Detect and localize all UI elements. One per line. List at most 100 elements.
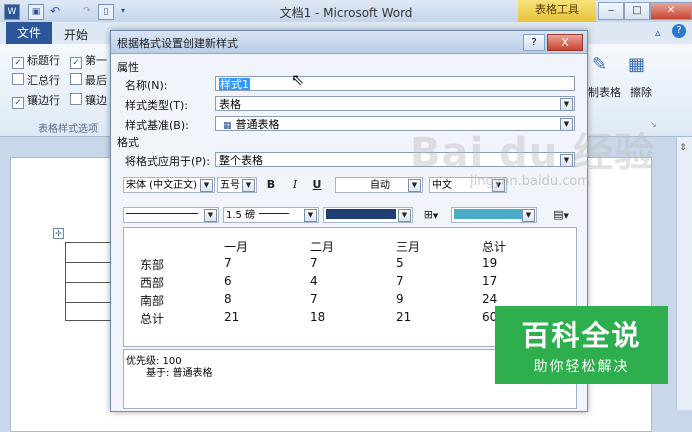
style-type-select[interactable]: 表格 ▼ bbox=[215, 96, 575, 111]
font-size-select[interactable]: 五号 ▼ bbox=[217, 177, 257, 193]
border-color-swatch bbox=[326, 209, 396, 219]
name-label: 名称(N): bbox=[125, 79, 168, 92]
tab-file[interactable]: 文件 bbox=[6, 22, 52, 44]
checkbox-first-column[interactable]: ✓ 第一 bbox=[70, 52, 107, 69]
ruler-toggle-icon[interactable]: ⇕ bbox=[676, 143, 690, 153]
maximize-button[interactable]: □ bbox=[624, 2, 650, 20]
preview-cell: 19 bbox=[482, 256, 498, 270]
border-color-select[interactable]: ▼ bbox=[323, 207, 413, 223]
preview-cell: 9 bbox=[396, 292, 404, 306]
preview-cell: 21 bbox=[396, 310, 412, 324]
checkbox-header-row[interactable]: ✓ 标题行 bbox=[12, 52, 60, 69]
based-on-label: 样式基准(B): bbox=[125, 119, 189, 132]
checkbox-total-row[interactable]: 汇总行 bbox=[12, 72, 60, 88]
font-size-value: 五号 bbox=[220, 180, 240, 191]
style-based-on-value: 普通表格 bbox=[235, 118, 280, 131]
style-name-value: 样式1 bbox=[219, 78, 250, 91]
chevron-down-icon: ▼ bbox=[408, 179, 421, 192]
font-value: 宋体 (中文正文) bbox=[126, 180, 197, 191]
dialog-help-button[interactable]: ? bbox=[523, 34, 545, 51]
brand-watermark: 百科全说 助你轻松解决 bbox=[495, 306, 668, 384]
alignment-button[interactable]: ▤▼ bbox=[547, 207, 575, 223]
mouse-cursor-icon: ⇖ bbox=[291, 70, 305, 89]
preview-row-label: 东部 bbox=[140, 258, 165, 272]
brand-title: 百科全说 bbox=[521, 319, 642, 352]
eraser-icon[interactable]: ▦ bbox=[628, 54, 645, 75]
tab-home[interactable]: 开始 bbox=[64, 26, 88, 43]
shading-color-select[interactable]: ▼ bbox=[451, 207, 537, 223]
preview-cell: 6 bbox=[224, 274, 232, 288]
vertical-scrollbar[interactable] bbox=[676, 137, 692, 410]
preview-cell: 7 bbox=[224, 256, 232, 270]
border-weight-value: 1.5 磅 bbox=[226, 210, 256, 221]
border-style-select[interactable]: ▼ bbox=[123, 207, 219, 223]
borders-button[interactable]: ⊞▼ bbox=[417, 207, 445, 223]
apply-to-value: 整个表格 bbox=[219, 154, 263, 167]
table-move-handle-icon[interactable]: ✢ bbox=[53, 228, 64, 239]
checkbox-label: 汇总行 bbox=[27, 74, 60, 87]
section-format: 格式 bbox=[117, 136, 139, 149]
preview-row-label: 总计 bbox=[140, 312, 165, 326]
preview-cell: 21 bbox=[224, 310, 240, 324]
preview-row-label: 西部 bbox=[140, 276, 165, 290]
preview-cell: 17 bbox=[482, 274, 498, 288]
preview-cell: 7 bbox=[396, 274, 404, 288]
dialog-close-button[interactable]: X bbox=[547, 34, 583, 51]
window-close-button[interactable]: ✕ bbox=[650, 2, 692, 20]
based-on-text: 基于: 普通表格 bbox=[146, 368, 213, 379]
draw-table-button[interactable]: 制表格 bbox=[588, 84, 621, 100]
group-label-table-style-options: 表格样式选项 bbox=[38, 124, 98, 135]
checkbox-last-column[interactable]: 最后 bbox=[70, 72, 107, 88]
chevron-down-icon: ▼ bbox=[242, 179, 255, 192]
border-weight-select[interactable]: 1.5 磅 ▼ bbox=[223, 207, 319, 223]
preview-row-label: 南部 bbox=[140, 294, 165, 308]
chevron-down-icon: ▼ bbox=[522, 209, 535, 222]
chevron-down-icon: ▼ bbox=[398, 209, 411, 222]
weight-swatch bbox=[259, 213, 290, 214]
bold-button[interactable]: B bbox=[263, 177, 279, 193]
borders-icon: ⊞ bbox=[423, 208, 433, 221]
italic-button[interactable]: I bbox=[287, 177, 303, 193]
preview-header: 二月 bbox=[310, 240, 335, 254]
font-select[interactable]: 宋体 (中文正文) ▼ bbox=[123, 177, 215, 193]
minimize-button[interactable]: ‒ bbox=[598, 2, 624, 20]
preview-cell: 5 bbox=[396, 256, 404, 270]
checkbox-banded-rows[interactable]: ✓ 镶边行 bbox=[12, 92, 60, 109]
checkbox-label: 镶边行 bbox=[27, 94, 60, 107]
style-type-value: 表格 bbox=[219, 98, 241, 111]
cell-alignment-icon: ▤ bbox=[553, 208, 564, 221]
style-name-input[interactable]: 样式1 bbox=[215, 76, 575, 91]
chevron-down-icon: ▼ bbox=[432, 212, 439, 220]
line-style-swatch bbox=[126, 213, 198, 214]
chevron-down-icon: ▼ bbox=[200, 179, 213, 192]
preview-cell: 18 bbox=[310, 310, 326, 324]
preview-header: 三月 bbox=[396, 240, 421, 254]
help-icon[interactable]: ? bbox=[672, 24, 686, 38]
script-value: 中文 bbox=[432, 180, 452, 191]
checkbox-label: 镶边 bbox=[85, 94, 107, 107]
chevron-down-icon: ▼ bbox=[563, 212, 569, 220]
preview-header: 一月 bbox=[224, 240, 249, 254]
preview-cell: 7 bbox=[310, 292, 318, 306]
chevron-down-icon: ▼ bbox=[560, 98, 573, 110]
draw-table-icon[interactable]: ✎ bbox=[592, 54, 607, 75]
preview-cell: 8 bbox=[224, 292, 232, 306]
checkbox-label: 标题行 bbox=[27, 54, 60, 67]
checkbox-banded-columns[interactable]: 镶边 bbox=[70, 92, 107, 108]
dialog-title: 根据格式设置创建新样式 bbox=[117, 37, 238, 50]
chevron-down-icon: ▼ bbox=[204, 209, 217, 222]
underline-button[interactable]: U bbox=[309, 177, 325, 193]
preview-header: 总计 bbox=[482, 240, 507, 254]
chevron-down-icon: ▼ bbox=[304, 209, 317, 222]
type-label: 样式类型(T): bbox=[125, 99, 189, 112]
eraser-button[interactable]: 擦除 bbox=[630, 84, 652, 100]
ribbon-minimize-icon[interactable]: ▵ bbox=[655, 26, 661, 39]
table-style-icon: ▦ bbox=[223, 121, 232, 131]
font-color-select[interactable]: 自动 ▼ bbox=[335, 177, 423, 193]
word-title-bar: W ▣ ↶ ↷ ▯ ▾ 文档1 - Microsoft Word 表格工具 ‒ … bbox=[0, 0, 692, 23]
baidu-watermark: Bai du 经验 bbox=[410, 130, 656, 176]
watermark-url: jingyan.baidu.com bbox=[470, 174, 590, 189]
font-color-value: 自动 bbox=[370, 180, 390, 191]
brand-slogan: 助你轻松解决 bbox=[533, 359, 630, 375]
shading-color-swatch bbox=[454, 209, 522, 219]
